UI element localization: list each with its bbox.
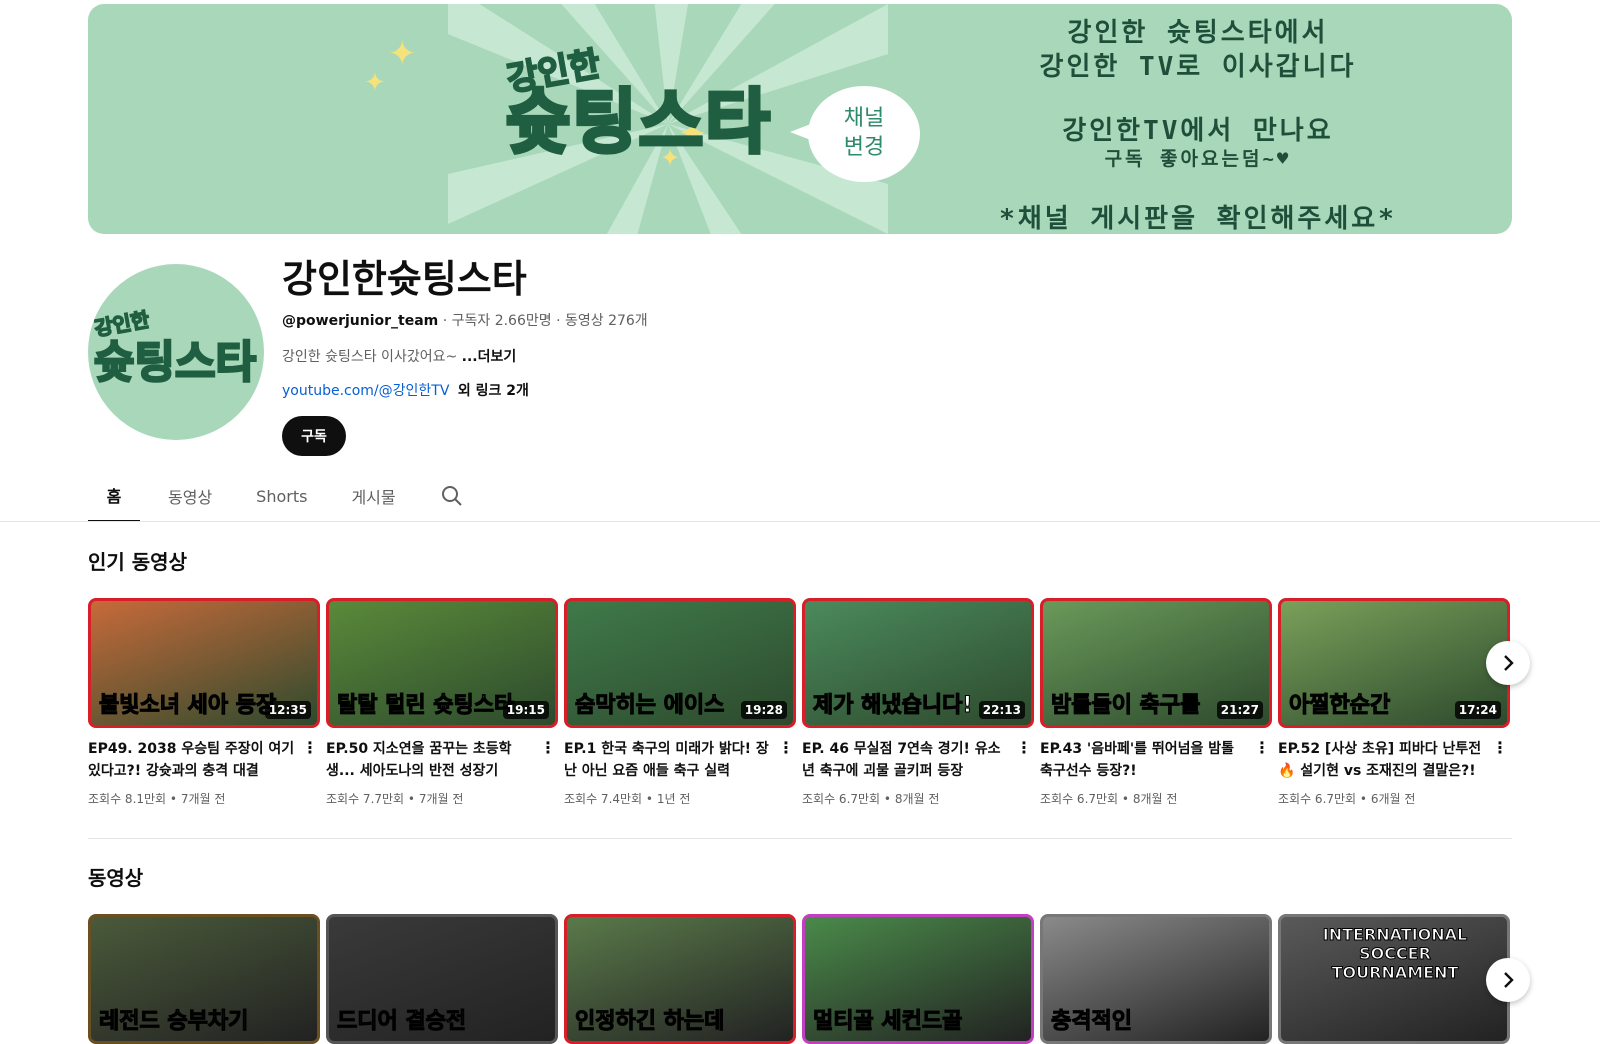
video-card[interactable]: 레전드 승부차기: [88, 914, 320, 1044]
video-card[interactable]: 드디어 결승전: [326, 914, 558, 1044]
chevron-right-icon[interactable]: [1486, 641, 1530, 685]
sparkle-icon: ✦: [364, 68, 386, 98]
video-count: 동영상 276개: [565, 313, 648, 329]
video-duration: 19:28: [740, 701, 787, 719]
subscribe-button[interactable]: 구독: [282, 416, 346, 456]
channel-tabs: 홈 동영상 Shorts 게시물: [88, 470, 472, 522]
search-icon[interactable]: [432, 476, 472, 516]
more-link[interactable]: ...더보기: [462, 349, 517, 365]
channel-meta: @powerjunior_team · 구독자 2.66만명 · 동영상 276…: [282, 313, 648, 329]
video-thumbnail[interactable]: 불빛소녀 세아 등장 12:35: [88, 598, 320, 728]
channel-description[interactable]: 강인한 슛팅스타 이사갔어요~ ...더보기: [282, 346, 516, 366]
banner-text-community: *채널 게시판을 확인해주세요*: [999, 204, 1397, 234]
video-duration: 21:27: [1216, 701, 1263, 719]
banner-logo: 강인한 슛팅스타: [503, 43, 772, 163]
video-card[interactable]: 아찔한순간 17:24 EP.52 [사상 초유] 피바다 난투전 🔥 설기현 …: [1278, 598, 1510, 807]
video-title[interactable]: EP.43 '음바페'를 뛰어넘을 밤톨 축구선수 등장?!: [1040, 738, 1272, 782]
video-thumbnail[interactable]: 레전드 승부차기: [88, 914, 320, 1044]
video-title[interactable]: EP49. 2038 우승팀 주장이 여기 있다고?! 강슛과의 충격 대결: [88, 738, 320, 782]
video-meta: 조회수 6.7만회 • 8개월 전: [1040, 792, 1178, 806]
video-duration: 12:35: [264, 701, 311, 719]
video-thumbnail[interactable]: INTERNATIONAL SOCCER TOURNAMENT: [1278, 914, 1510, 1044]
videos-shelf: 레전드 승부차기 드디어 결승전 인정하긴 하는데 멀티골 세컨드골 충격적인 …: [88, 914, 1512, 1044]
channel-handle: @powerjunior_team: [282, 313, 439, 329]
video-card[interactable]: 불빛소녀 세아 등장 12:35 EP49. 2038 우승팀 주장이 여기 있…: [88, 598, 320, 807]
more-vert-icon[interactable]: ⋮: [1492, 738, 1508, 757]
video-duration: 22:13: [978, 701, 1025, 719]
video-thumbnail[interactable]: 드디어 결승전: [326, 914, 558, 1044]
section-divider: [88, 838, 1512, 839]
video-card[interactable]: 숨막히는 에이스 19:28 EP.1 한국 축구의 미래가 밝다! 장난 아닌…: [564, 598, 796, 807]
sparkle-icon: ✦: [388, 34, 417, 74]
channel-banner: ✦ ✦ ✦ ✦ 강인한 슛팅스타 채널 변경 강인한 슛팅스타에서 강인한 TV…: [88, 4, 1512, 234]
video-title[interactable]: EP.50 지소연을 꿈꾸는 초등학생... 세아도나의 반전 성장기: [326, 738, 558, 782]
chevron-right-icon[interactable]: [1486, 958, 1530, 1002]
tab-videos[interactable]: 동영상: [152, 470, 228, 522]
video-title[interactable]: EP.52 [사상 초유] 피바다 난투전 🔥 설기현 vs 조재진의 결말은?…: [1278, 738, 1510, 782]
video-title[interactable]: EP.1 한국 축구의 미래가 밝다! 장난 아닌 요즘 애들 축구 실력: [564, 738, 796, 782]
tab-home[interactable]: 홈: [88, 470, 140, 522]
video-card[interactable]: 멀티골 세컨드골: [802, 914, 1034, 1044]
video-card[interactable]: INTERNATIONAL SOCCER TOURNAMENT: [1278, 914, 1510, 1044]
banner-text-subscribe: 구독 좋아요는덤~♥: [1104, 148, 1292, 170]
more-vert-icon[interactable]: ⋮: [302, 738, 318, 757]
video-meta: 조회수 6.7만회 • 6개월 전: [1278, 792, 1416, 806]
banner-text-move: 강인한 슛팅스타에서 강인한 TV로 이사갑니다: [1039, 18, 1357, 82]
more-vert-icon[interactable]: ⋮: [778, 738, 794, 757]
channel-name: 강인한슛팅스타: [282, 257, 527, 301]
video-card[interactable]: 밤톨들이 축구를 21:27 EP.43 '음바페'를 뛰어넘을 밤톨 축구선수…: [1040, 598, 1272, 807]
video-card[interactable]: 인정하긴 하는데: [564, 914, 796, 1044]
banner-text-meet: 강인한TV에서 만나요: [1062, 116, 1334, 146]
popular-videos-title: 인기 동영상: [88, 550, 187, 574]
more-vert-icon[interactable]: ⋮: [1016, 738, 1032, 757]
video-title[interactable]: EP. 46 무실점 7연속 경기! 유소년 축구에 괴물 골키퍼 등장: [802, 738, 1034, 782]
video-thumbnail[interactable]: 밤톨들이 축구를 21:27: [1040, 598, 1272, 728]
video-thumbnail[interactable]: 멀티골 세컨드골: [802, 914, 1034, 1044]
video-thumbnail[interactable]: 아찔한순간 17:24: [1278, 598, 1510, 728]
video-meta: 조회수 7.7만회 • 7개월 전: [326, 792, 464, 806]
channel-links: youtube.com/@강인한TV 외 링크 2개: [282, 380, 529, 400]
video-card[interactable]: 충격적인: [1040, 914, 1272, 1044]
channel-avatar[interactable]: 강인한 슛팅스타: [88, 264, 264, 440]
video-card[interactable]: 탈탈 털린 슛팅스타 19:15 EP.50 지소연을 꿈꾸는 초등학생... …: [326, 598, 558, 807]
more-links[interactable]: 외 링크 2개: [458, 383, 529, 399]
video-duration: 17:24: [1454, 701, 1501, 719]
videos-section-title: 동영상: [88, 866, 144, 890]
video-card[interactable]: 제가 해냈습니다! 22:13 EP. 46 무실점 7연속 경기! 유소년 축…: [802, 598, 1034, 807]
tab-posts[interactable]: 게시물: [335, 470, 411, 522]
video-duration: 19:15: [502, 701, 549, 719]
channel-link[interactable]: youtube.com/@강인한TV: [282, 383, 449, 399]
more-vert-icon[interactable]: ⋮: [540, 738, 556, 757]
video-thumbnail[interactable]: 인정하긴 하는데: [564, 914, 796, 1044]
video-thumbnail[interactable]: 숨막히는 에이스 19:28: [564, 598, 796, 728]
popular-videos-shelf: 불빛소녀 세아 등장 12:35 EP49. 2038 우승팀 주장이 여기 있…: [88, 598, 1512, 807]
tabs-divider: [0, 521, 1600, 522]
more-vert-icon[interactable]: ⋮: [1254, 738, 1270, 757]
video-meta: 조회수 8.1만회 • 7개월 전: [88, 792, 226, 806]
video-thumbnail[interactable]: 제가 해냈습니다! 22:13: [802, 598, 1034, 728]
video-meta: 조회수 6.7만회 • 8개월 전: [802, 792, 940, 806]
subscriber-count: 구독자 2.66만명: [451, 313, 552, 329]
tab-shorts[interactable]: Shorts: [240, 470, 323, 522]
video-meta: 조회수 7.4만회 • 1년 전: [564, 792, 691, 806]
video-thumbnail[interactable]: 탈탈 털린 슛팅스타 19:15: [326, 598, 558, 728]
video-thumbnail[interactable]: 충격적인: [1040, 914, 1272, 1044]
